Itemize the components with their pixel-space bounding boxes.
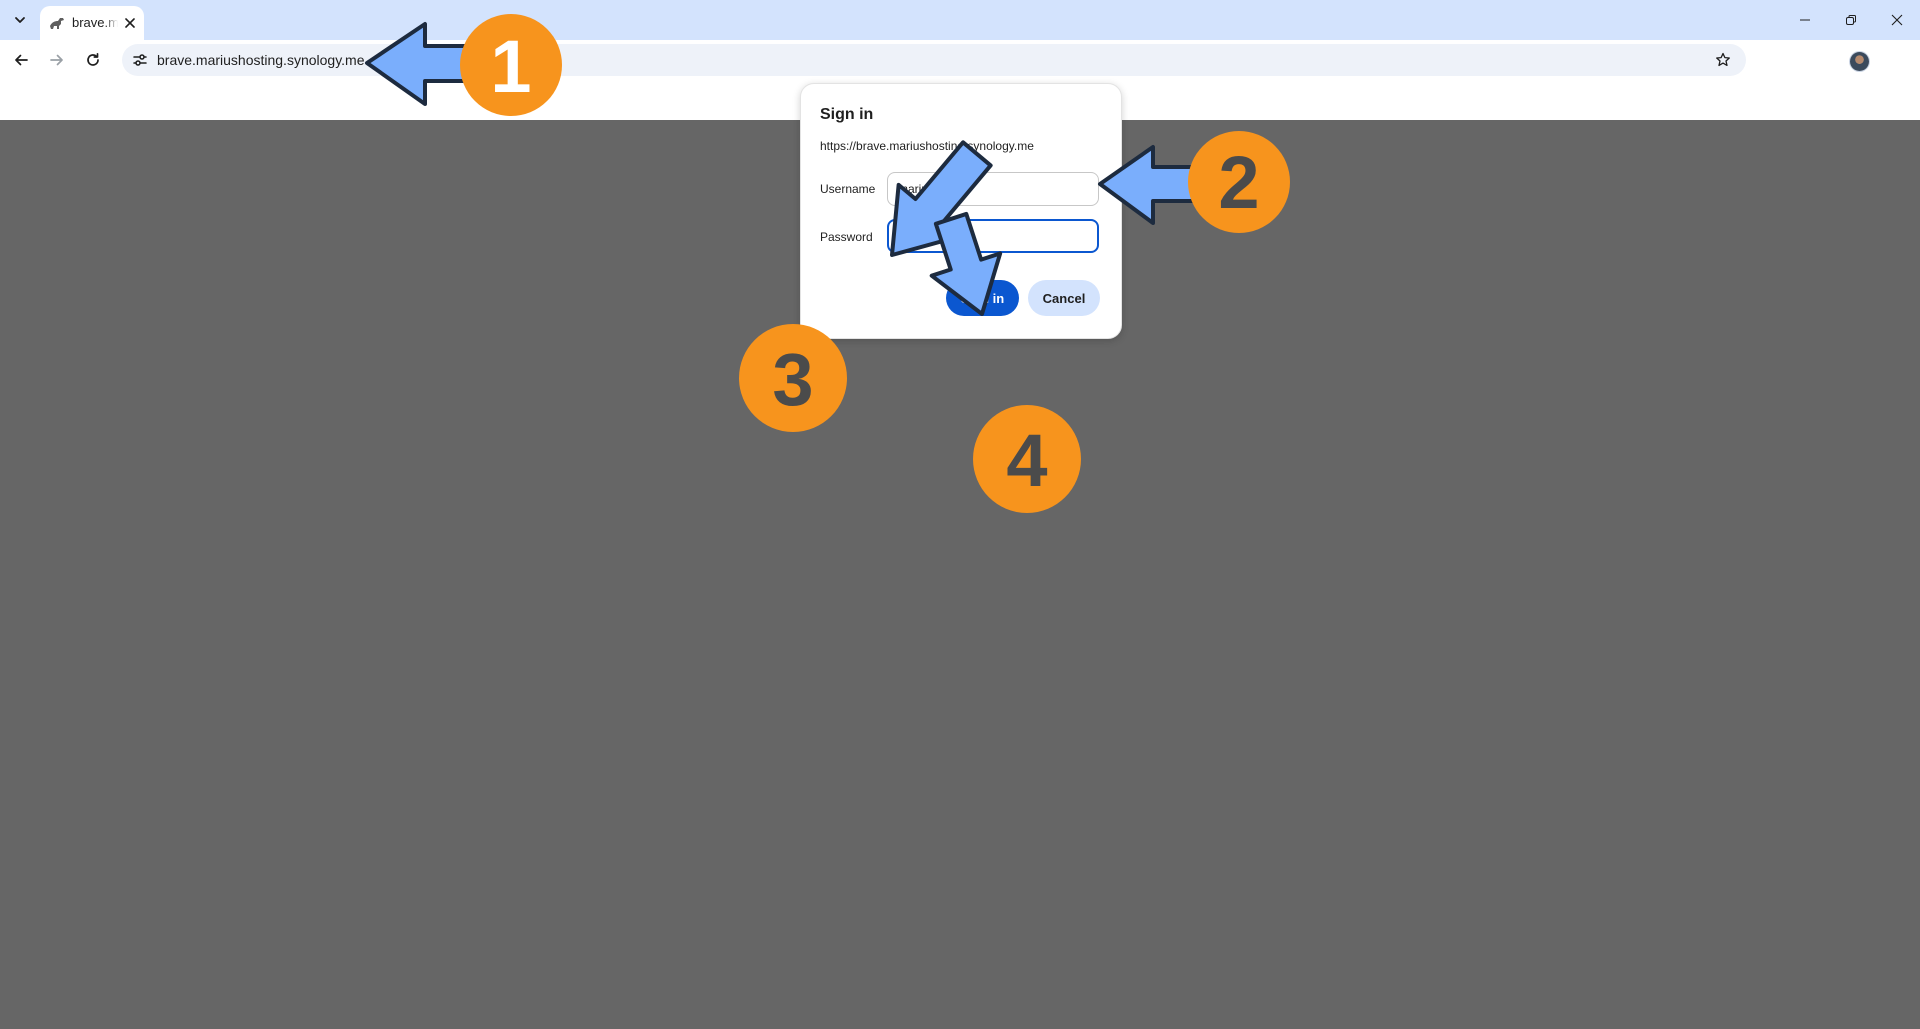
sign-in-button[interactable]: Sign in — [946, 280, 1019, 316]
forward-arrow-icon — [50, 54, 63, 66]
minimize-icon — [1800, 19, 1810, 21]
profile-avatar[interactable] — [1850, 52, 1869, 71]
tab-close-button[interactable] — [120, 13, 140, 33]
minimize-button[interactable] — [1782, 0, 1828, 40]
reload-icon — [87, 52, 99, 66]
cancel-button[interactable]: Cancel — [1028, 280, 1100, 316]
restore-button[interactable] — [1828, 0, 1874, 40]
back-arrow-icon — [15, 54, 28, 66]
forward-button[interactable] — [41, 44, 73, 76]
password-label: Password — [820, 230, 873, 244]
sign-in-dialog: Sign in https://brave.mariushosting.syno… — [800, 83, 1122, 339]
annotation-number-3: 3 — [772, 338, 813, 421]
annotation-badge-3 — [739, 324, 847, 432]
restore-icon — [1846, 15, 1856, 25]
annotation-badge-4 — [973, 405, 1081, 513]
close-icon — [1891, 14, 1903, 26]
annotation-number-2: 2 — [1218, 141, 1259, 224]
dialog-origin: https://brave.mariushosting.synology.me — [820, 139, 1034, 153]
tab-search-button[interactable] — [8, 8, 32, 32]
annotation-badge-2 — [1188, 131, 1290, 233]
url-text: brave.mariushosting.synology.me — [157, 52, 365, 68]
browser-toolbar: brave.mariushosting.synology.me — [0, 40, 1920, 108]
site-info-icon[interactable] — [128, 48, 152, 72]
tab-strip: brave.mariushosting.synology.me — [0, 0, 1920, 40]
username-label: Username — [820, 182, 876, 196]
dinosaur-favicon-icon — [50, 18, 64, 29]
back-button[interactable] — [5, 44, 37, 76]
chevron-down-icon — [15, 17, 25, 23]
tab-active[interactable]: brave.mariushosting.synology.me — [40, 6, 144, 40]
tab-title: brave.mariushosting.synology.me — [72, 15, 118, 30]
close-icon — [125, 18, 135, 28]
window-close-button[interactable] — [1874, 0, 1920, 40]
reload-button[interactable] — [77, 44, 109, 76]
bookmark-star-button[interactable] — [1712, 49, 1734, 71]
address-bar[interactable]: brave.mariushosting.synology.me — [122, 44, 1746, 76]
username-field[interactable]: marius — [887, 172, 1099, 206]
dialog-title: Sign in — [820, 106, 874, 123]
annotation-number-4: 4 — [1006, 419, 1047, 502]
password-field[interactable]: ••••••••••••• — [887, 219, 1099, 253]
tune-icon — [133, 54, 147, 66]
star-icon — [1716, 52, 1730, 67]
